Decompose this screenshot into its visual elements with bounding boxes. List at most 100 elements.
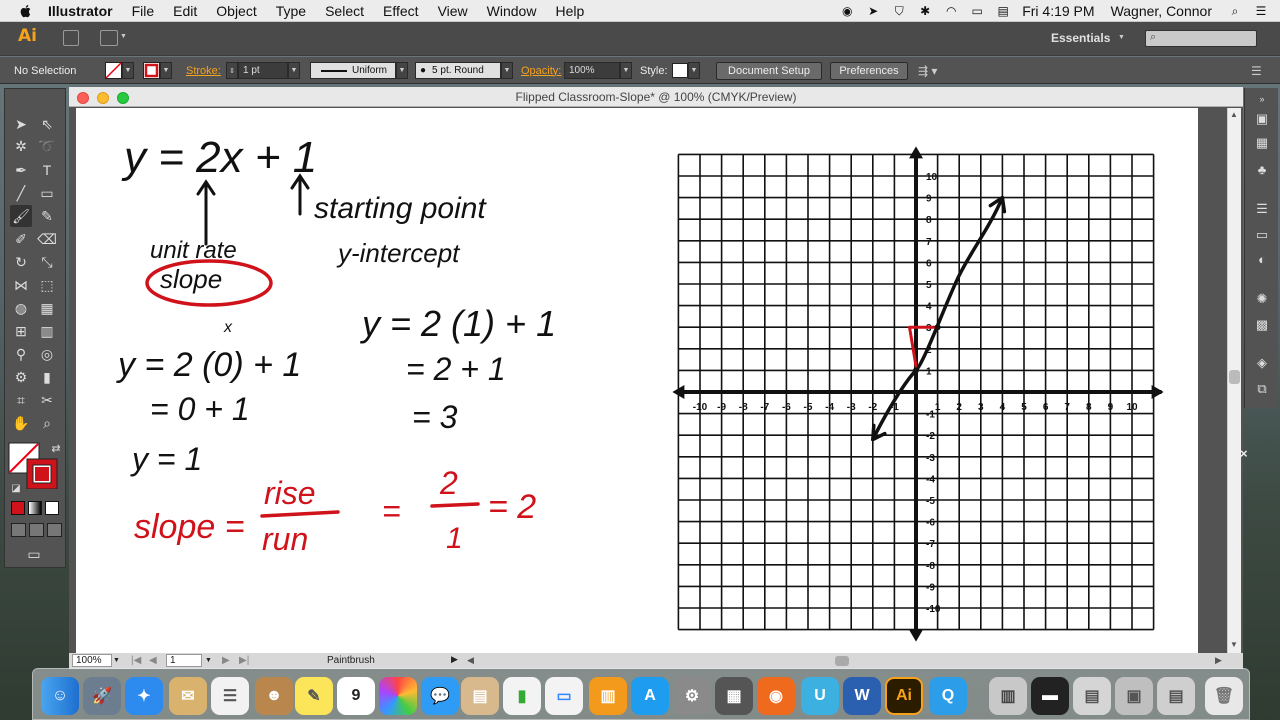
line-tool-icon[interactable]: ╱: [10, 182, 32, 204]
shape-builder-icon[interactable]: ◍: [10, 297, 32, 319]
screen-mode-icon[interactable]: ▭: [23, 543, 45, 565]
calculator-icon[interactable]: ▦: [715, 677, 753, 715]
quicktime-icon[interactable]: Q: [929, 677, 967, 715]
chevron-down-icon[interactable]: ▼: [501, 62, 513, 79]
notification-center-icon[interactable]: ☰: [1254, 4, 1268, 18]
search-input[interactable]: ⌕: [1145, 30, 1257, 47]
menu-select[interactable]: Select: [325, 3, 364, 19]
menu-file[interactable]: File: [132, 3, 155, 19]
illustrator-dock-icon[interactable]: Ai: [885, 677, 923, 715]
horizontal-scroll-thumb[interactable]: [835, 656, 849, 666]
system-preferences-icon[interactable]: ⚙: [673, 677, 711, 715]
safari-icon[interactable]: ✦: [125, 677, 163, 715]
launchpad-icon[interactable]: 🚀: [83, 677, 121, 715]
transparency-icon[interactable]: ◐: [1253, 250, 1271, 268]
scroll-thumb[interactable]: [1229, 370, 1240, 384]
blend-tool-icon[interactable]: ◎: [36, 343, 58, 365]
zoom-window-button[interactable]: [117, 92, 129, 104]
menu-type[interactable]: Type: [276, 3, 306, 19]
last-artboard-icon[interactable]: ▶|: [239, 655, 249, 666]
appearance-icon[interactable]: ✺: [1253, 290, 1271, 308]
document-setup-button[interactable]: Document Setup: [716, 61, 822, 80]
gradient-button[interactable]: [28, 501, 42, 515]
fill-swatch[interactable]: ▼: [105, 62, 134, 79]
prev-artboard-icon[interactable]: ◀: [149, 655, 157, 666]
stroke-swatch[interactable]: ▼: [143, 62, 172, 79]
screen-thumbnail-icon[interactable]: ▬: [1031, 677, 1069, 715]
chevron-down-icon[interactable]: ▼: [160, 62, 172, 79]
close-window-button[interactable]: [77, 92, 89, 104]
bridge-icon[interactable]: [63, 30, 79, 46]
color-button[interactable]: [11, 501, 25, 515]
graphic-styles-icon[interactable]: ▩: [1253, 316, 1271, 334]
record-icon[interactable]: ◉: [840, 4, 854, 18]
menu-object[interactable]: Object: [216, 3, 256, 19]
libraries-icon[interactable]: ▣: [1253, 110, 1271, 128]
draw-behind-icon[interactable]: [29, 523, 44, 537]
artboard-canvas[interactable]: y = 2x + 1 unit rate slope starting poin…: [76, 108, 1198, 653]
mail-icon[interactable]: ✉: [169, 677, 207, 715]
swatches-icon[interactable]: ▦: [1253, 134, 1271, 152]
mesh-tool-icon[interactable]: ⊞: [10, 320, 32, 342]
messages-icon[interactable]: 💬: [421, 677, 459, 715]
calendar-icon[interactable]: 9: [337, 677, 375, 715]
paintbrush-tool-icon[interactable]: 🖌: [10, 205, 32, 227]
slice-tool-icon[interactable]: ✂: [36, 389, 58, 411]
graphic-style-swatch[interactable]: [672, 63, 688, 78]
menubar-user[interactable]: Wagner, Connor: [1111, 3, 1212, 19]
keynote-icon[interactable]: ▭: [545, 677, 583, 715]
panel-menu-icon[interactable]: ☰: [1251, 62, 1262, 79]
pen-tool-icon[interactable]: ✒: [10, 159, 32, 181]
lasso-tool-icon[interactable]: ➰: [36, 135, 58, 157]
word-icon[interactable]: W: [843, 677, 881, 715]
draw-normal-icon[interactable]: [11, 523, 26, 537]
chevron-down-icon[interactable]: ▼: [205, 654, 212, 667]
notes-icon[interactable]: ✎: [295, 677, 333, 715]
eraser-tool-icon[interactable]: ⌫: [36, 228, 58, 250]
scale-tool-icon[interactable]: ⤡: [36, 251, 58, 273]
blob-brush-icon[interactable]: ✐: [10, 228, 32, 250]
display-icon[interactable]: ▤: [996, 4, 1010, 18]
menu-window[interactable]: Window: [487, 3, 537, 19]
layers-icon[interactable]: ◈: [1253, 354, 1271, 372]
scroll-up-icon[interactable]: ▲: [1230, 110, 1238, 119]
artboard-number-input[interactable]: 1: [166, 654, 202, 667]
pencil-tool-icon[interactable]: ✎: [36, 205, 58, 227]
chevron-down-icon[interactable]: ▼: [688, 62, 700, 79]
stepper-icon[interactable]: ⇕: [226, 62, 238, 79]
magic-wand-icon[interactable]: ✲: [10, 135, 32, 157]
chevron-down-icon[interactable]: ▼: [1118, 34, 1125, 41]
opacity-label[interactable]: Opacity:: [521, 62, 561, 79]
contacts-icon[interactable]: ☻: [255, 677, 293, 715]
stroke-weight-input[interactable]: 1 pt: [238, 62, 288, 79]
wifi-icon[interactable]: ◠: [944, 4, 958, 18]
artboard-tool-icon[interactable]: ⌗: [10, 389, 32, 411]
shield-icon[interactable]: ⛉: [892, 4, 906, 18]
chevron-down-icon[interactable]: ▼: [120, 33, 127, 40]
trash-icon[interactable]: 🗑: [1205, 677, 1243, 715]
preferences-button[interactable]: Preferences: [830, 61, 908, 80]
minimize-window-button[interactable]: [97, 92, 109, 104]
artboards-icon[interactable]: ⧉: [1253, 380, 1271, 398]
numbers-icon[interactable]: ▮: [503, 677, 541, 715]
apple-menu-icon[interactable]: [18, 3, 34, 19]
swap-colors-icon[interactable]: ⇄: [45, 437, 67, 459]
bluetooth-icon[interactable]: ✱: [918, 4, 932, 18]
rotate-tool-icon[interactable]: ↻: [10, 251, 32, 273]
zoom-level-input[interactable]: 100%: [72, 654, 112, 667]
window-thumbnail-icon[interactable]: ▣: [1115, 677, 1153, 715]
selection-tool-icon[interactable]: ➤: [10, 113, 32, 135]
folder-stack-icon[interactable]: ▤: [1157, 677, 1195, 715]
reminders-icon[interactable]: ☰: [211, 677, 249, 715]
variable-width-profile[interactable]: Uniform: [310, 62, 396, 79]
type-tool-icon[interactable]: T: [36, 159, 58, 181]
menu-app-name[interactable]: Illustrator: [48, 3, 113, 19]
graph-tool-icon[interactable]: ▮: [36, 366, 58, 388]
status-menu-icon[interactable]: ▶: [451, 654, 458, 665]
collapse-panels-icon[interactable]: »: [1253, 90, 1271, 108]
scroll-left-icon[interactable]: ◀: [467, 655, 474, 666]
scroll-down-icon[interactable]: ▼: [1230, 640, 1238, 649]
app-store-icon[interactable]: A: [631, 677, 669, 715]
chevron-down-icon[interactable]: ▼: [122, 62, 134, 79]
photos-icon[interactable]: [379, 677, 417, 715]
